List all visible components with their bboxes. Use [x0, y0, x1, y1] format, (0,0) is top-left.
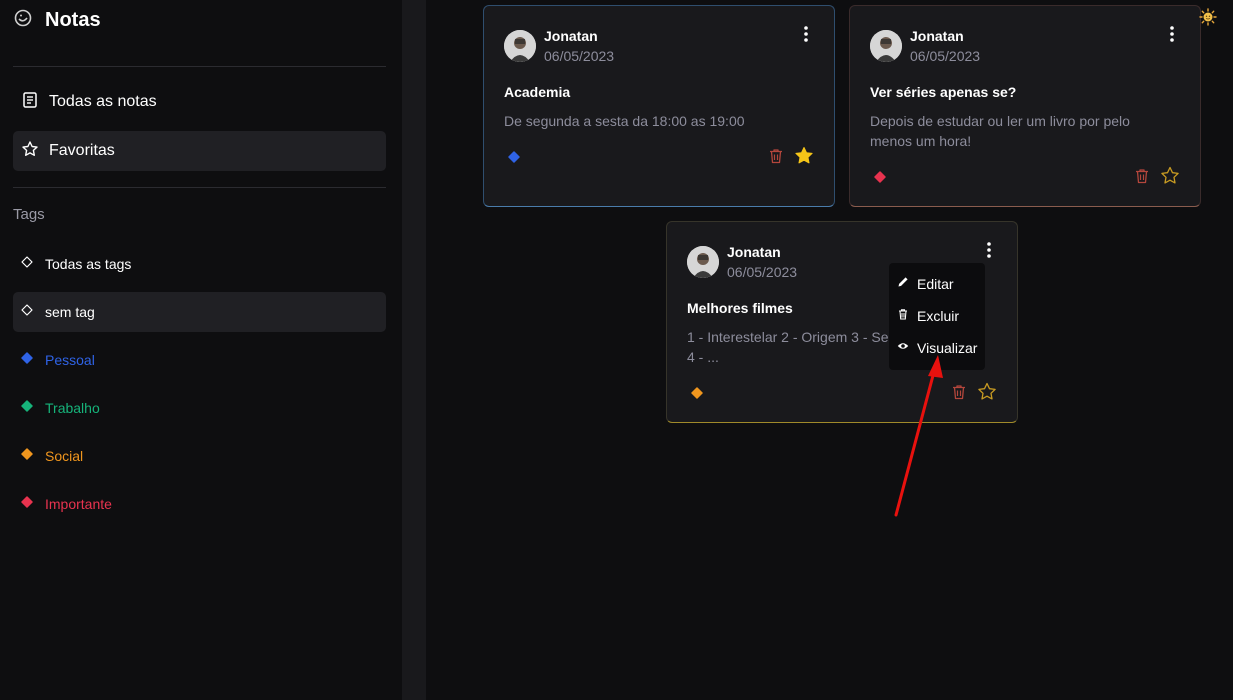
tag-outline-icon: [21, 303, 33, 321]
tag-item-importante[interactable]: Importante: [13, 484, 386, 524]
note-author: Jonatan: [727, 244, 781, 260]
tag-dot-icon: [874, 170, 886, 183]
menu-label: Visualizar: [917, 340, 978, 356]
tag-item-todas-as-tags[interactable]: Todas as tags: [13, 244, 386, 284]
logo-icon: [13, 8, 33, 33]
note-body: De segunda a sesta da 18:00 as 19:00: [504, 113, 745, 129]
avatar: [870, 30, 902, 62]
trash-icon[interactable]: [950, 383, 968, 401]
pencil-icon: [897, 275, 909, 293]
divider: [13, 66, 386, 67]
nav-label: Favoritas: [49, 142, 115, 159]
star-icon: [21, 140, 39, 163]
sidebar-scroll-track: [402, 0, 426, 700]
note-title: Academia: [504, 84, 571, 100]
menu-item-visualizar[interactable]: Visualizar: [889, 332, 985, 364]
brand[interactable]: Notas: [13, 8, 101, 32]
menu-item-excluir[interactable]: Excluir: [889, 300, 985, 332]
tag-dot-icon: [21, 495, 33, 513]
avatar: [504, 30, 536, 62]
more-options-icon[interactable]: [981, 240, 997, 260]
note-title: Melhores filmes: [687, 300, 793, 316]
menu-item-editar[interactable]: Editar: [889, 268, 985, 300]
tag-item-pessoal[interactable]: Pessoal: [13, 340, 386, 380]
tag-label: Trabalho: [45, 400, 100, 416]
trash-icon: [897, 307, 909, 325]
more-options-icon[interactable]: [1164, 24, 1180, 44]
tag-label: Todas as tags: [45, 256, 132, 272]
app-title: Notas: [45, 8, 101, 31]
favorite-star-icon[interactable]: [1160, 166, 1180, 186]
tag-item-social[interactable]: Social: [13, 436, 386, 476]
note-options-menu: Editar Excluir Visualizar: [889, 263, 985, 370]
note-card[interactable]: Jonatan 06/05/2023 Ver séries apenas se?…: [849, 5, 1201, 207]
trash-icon[interactable]: [1133, 167, 1151, 185]
divider: [13, 187, 386, 188]
note-author: Jonatan: [910, 28, 964, 44]
favorite-star-icon[interactable]: [794, 146, 814, 166]
menu-label: Excluir: [917, 308, 960, 324]
tag-label: Importante: [45, 496, 112, 512]
tag-item-trabalho[interactable]: Trabalho: [13, 388, 386, 428]
note-author: Jonatan: [544, 28, 598, 44]
note-date: 06/05/2023: [910, 48, 981, 64]
tag-dot-icon: [21, 399, 33, 417]
eye-icon: [897, 339, 909, 357]
trash-icon[interactable]: [767, 147, 785, 165]
menu-label: Editar: [917, 276, 954, 292]
tag-item-sem-tag[interactable]: sem tag: [13, 292, 386, 332]
tag-label: Social: [45, 448, 84, 464]
tag-label: sem tag: [45, 304, 95, 320]
nav-item-todas-as-notas[interactable]: Todas as notas: [13, 82, 386, 122]
nav-label: Todas as notas: [49, 93, 157, 110]
favorite-star-icon[interactable]: [977, 382, 997, 402]
note-date: 06/05/2023: [727, 264, 798, 280]
notes-icon: [21, 91, 39, 114]
note-card[interactable]: Jonatan 06/05/2023 Academia De segunda a…: [483, 5, 835, 207]
avatar: [687, 246, 719, 278]
tag-outline-icon: [21, 255, 33, 273]
note-title: Ver séries apenas se?: [870, 84, 1017, 100]
sidebar: Notas Todas as notas Favoritas Tags Toda…: [0, 0, 402, 700]
tag-dot-icon: [691, 386, 703, 399]
tag-dot-icon: [21, 447, 33, 465]
sun-icon[interactable]: [1199, 8, 1217, 26]
more-options-icon[interactable]: [798, 24, 814, 44]
tag-dot-icon: [508, 150, 520, 163]
nav-item-favoritas[interactable]: Favoritas: [13, 131, 386, 171]
note-date: 06/05/2023: [544, 48, 615, 64]
tag-label: Pessoal: [45, 352, 95, 368]
tag-dot-icon: [21, 351, 33, 369]
tags-heading: Tags: [13, 206, 45, 223]
note-body: Depois de estudar ou ler um livro por pe…: [870, 113, 1130, 149]
